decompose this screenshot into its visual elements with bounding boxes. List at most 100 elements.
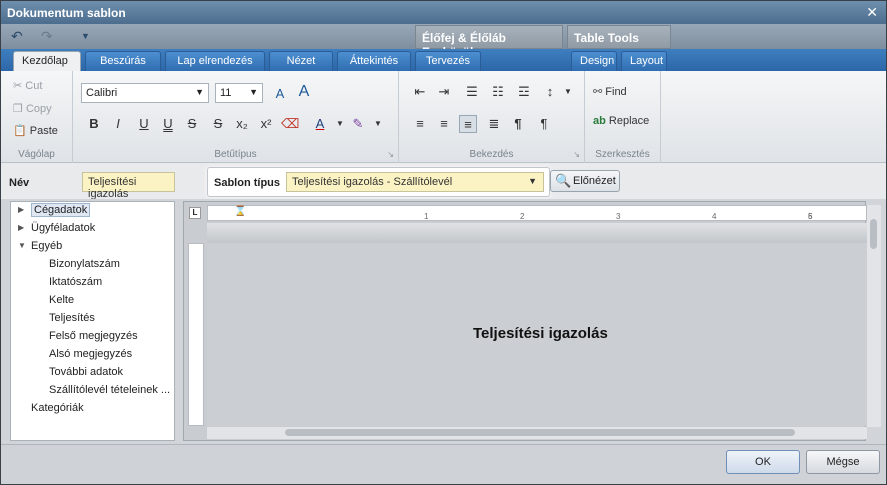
- tab-tervezes[interactable]: Tervezés: [415, 51, 481, 71]
- qat-dropdown-icon[interactable]: ▼: [81, 31, 90, 41]
- redo-icon[interactable]: ↷: [41, 28, 53, 45]
- font-size-select[interactable]: 11 ▼: [215, 83, 263, 103]
- horizontal-scrollbar[interactable]: [207, 427, 867, 439]
- double-underline-icon[interactable]: U: [159, 115, 177, 133]
- font-color-dropdown-icon[interactable]: ▼: [331, 115, 349, 133]
- align-center-icon[interactable]: ≡: [435, 115, 453, 133]
- scroll-thumb[interactable]: [870, 219, 877, 249]
- tree-item-teljesites[interactable]: Teljesítés: [49, 312, 95, 324]
- field-tree: ▶ Cégadatok ▶ Ügyféladatok ▼ Egyéb Bizonyla…: [10, 201, 175, 441]
- tab-stop-selector-icon[interactable]: L: [189, 207, 201, 219]
- tree-item-szallitolevel-tetelei[interactable]: Szállítólevél tételeinek ...: [49, 384, 170, 396]
- tab-design[interactable]: Design: [571, 51, 617, 71]
- tree-item-kelte[interactable]: Kelte: [49, 294, 74, 306]
- clipboard-group-label: Vágólap: [18, 149, 55, 160]
- multilevel-list-icon[interactable]: ☲: [515, 83, 533, 101]
- pilcrow-icon[interactable]: ¶: [509, 115, 527, 133]
- tab-kezdolap[interactable]: Kezdőlap: [13, 51, 81, 71]
- editing-group: ⚯ Find ab Replace Szerkesztés: [585, 71, 661, 163]
- name-label: Név: [9, 177, 30, 189]
- scissors-icon: ✂: [13, 80, 23, 92]
- subscript-icon[interactable]: x₂: [233, 115, 251, 133]
- highlight-icon[interactable]: ✎: [349, 115, 367, 133]
- ruler-mark: 4: [712, 212, 717, 221]
- tab-beszuras[interactable]: Beszúrás: [85, 51, 161, 71]
- tree-item-kategoriak[interactable]: Kategóriák: [31, 402, 84, 414]
- document-title: Teljesítési igazolás: [473, 325, 608, 342]
- tree-item-tovabbi-adatok[interactable]: További adatok: [49, 366, 123, 378]
- decrease-indent-icon[interactable]: ⇤: [411, 83, 429, 101]
- tab-attekintes[interactable]: Áttekintés: [337, 51, 411, 71]
- context-group-table-tools: Table Tools: [567, 25, 671, 49]
- font-dialog-launcher-icon[interactable]: ↘: [387, 150, 394, 159]
- align-left-icon[interactable]: ≡: [411, 115, 429, 133]
- ruler-mark: 1: [424, 212, 429, 221]
- ribbon: ✂ Cut ❐ Copy 📋 Paste Vágólap Calibri ▼ 11…: [1, 71, 886, 163]
- horizontal-ruler[interactable]: ⌛ 1 2 3 4 5 6: [207, 205, 867, 221]
- name-field[interactable]: Teljesítési igazolás: [82, 172, 175, 200]
- bullet-list-icon[interactable]: ☷: [489, 83, 507, 101]
- tree-item-felso-megjegyzes[interactable]: Felső megjegyzés: [49, 330, 138, 342]
- chevron-down-icon: ▼: [249, 87, 258, 97]
- paragraph-dialog-launcher-icon[interactable]: ↘: [573, 150, 580, 159]
- tree-item-bizonylatszam[interactable]: Bizonylatszám: [49, 258, 120, 270]
- scroll-thumb[interactable]: [285, 429, 795, 436]
- chevron-down-icon: ▼: [528, 176, 537, 186]
- tree-item-cegadatok[interactable]: ▶ Cégadatok: [18, 203, 91, 217]
- close-icon[interactable]: ✕: [866, 4, 878, 21]
- vertical-ruler[interactable]: [188, 243, 204, 426]
- template-type-select[interactable]: Teljesítési igazolás - Szállítólevél ▼: [286, 172, 544, 192]
- find-button[interactable]: ⚯ Find: [593, 85, 627, 98]
- numbered-list-icon[interactable]: ☰: [463, 83, 481, 101]
- indent-marker-icon[interactable]: ⌛: [234, 206, 246, 217]
- bold-icon[interactable]: B: [85, 115, 103, 133]
- preview-button[interactable]: 🔍 Előnézet: [550, 170, 620, 192]
- paragraph-direction-icon[interactable]: ¶: [535, 115, 553, 133]
- line-spacing-dropdown-icon[interactable]: ▼: [559, 83, 577, 101]
- grow-font-icon[interactable]: A: [271, 85, 289, 103]
- clipboard-group: ✂ Cut ❐ Copy 📋 Paste Vágólap: [1, 71, 73, 163]
- align-justify-icon[interactable]: ≣: [485, 115, 503, 133]
- caret-down-icon[interactable]: ▼: [18, 241, 26, 250]
- tree-item-egyeb[interactable]: ▼ Egyéb: [18, 240, 62, 252]
- font-color-icon[interactable]: A: [311, 115, 329, 133]
- clipboard-icon: 📋: [13, 125, 27, 137]
- replace-button[interactable]: ab Replace: [593, 115, 649, 127]
- chevron-down-icon: ▼: [195, 87, 204, 97]
- tab-nezet[interactable]: Nézet: [269, 51, 333, 71]
- paste-button[interactable]: 📋 Paste: [13, 124, 58, 137]
- editing-group-label: Szerkesztés: [595, 149, 650, 160]
- vertical-scrollbar[interactable]: [867, 205, 881, 427]
- tab-lap-elrendezes[interactable]: Lap elrendezés: [165, 51, 265, 71]
- replace-icon: ab: [593, 115, 606, 127]
- strikethrough-icon[interactable]: S: [183, 115, 201, 133]
- font-family-select[interactable]: Calibri ▼: [81, 83, 209, 103]
- tab-layout[interactable]: Layout: [621, 51, 667, 71]
- superscript-icon[interactable]: x²: [257, 115, 275, 133]
- cut-button[interactable]: ✂ Cut: [13, 79, 42, 92]
- undo-icon[interactable]: ↶: [11, 28, 23, 45]
- increase-indent-icon[interactable]: ⇥: [435, 83, 453, 101]
- highlight-dropdown-icon[interactable]: ▼: [369, 115, 387, 133]
- clear-format-icon[interactable]: ⌫: [281, 115, 299, 133]
- ruler-mark: 3: [616, 212, 621, 221]
- binoculars-icon: ⚯: [593, 86, 603, 98]
- ok-button[interactable]: OK: [726, 450, 800, 474]
- caret-right-icon[interactable]: ▶: [18, 223, 24, 232]
- ruler-mark: 6: [808, 212, 813, 221]
- underline-icon[interactable]: U: [135, 115, 153, 133]
- paragraph-group-label: Bekezdés: [469, 149, 514, 160]
- shrink-font-icon[interactable]: A: [295, 83, 313, 101]
- cancel-button[interactable]: Mégse: [806, 450, 880, 474]
- caret-right-icon[interactable]: ▶: [18, 205, 24, 214]
- tree-item-also-megjegyzes[interactable]: Alsó megjegyzés: [49, 348, 132, 360]
- copy-icon: ❐: [13, 103, 23, 115]
- double-strikethrough-icon[interactable]: S: [209, 115, 227, 133]
- line-spacing-icon[interactable]: ↕: [541, 83, 559, 101]
- italic-icon[interactable]: I: [109, 115, 127, 133]
- ribbon-tabs: Kezdőlap Beszúrás Lap elrendezés Nézet Á…: [1, 49, 886, 71]
- copy-button[interactable]: ❐ Copy: [13, 102, 52, 115]
- align-justify-left-icon[interactable]: ≡: [459, 115, 477, 133]
- tree-item-iktatoszam[interactable]: Iktatószám: [49, 276, 102, 288]
- tree-item-ugyfeladatok[interactable]: ▶ Ügyféladatok: [18, 222, 95, 234]
